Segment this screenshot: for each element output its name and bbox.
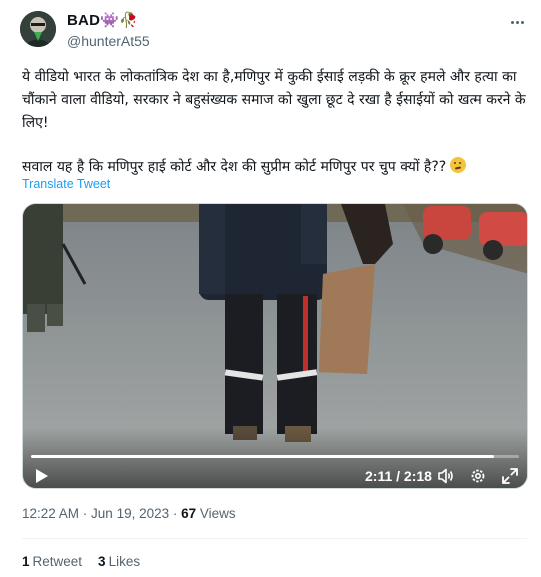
views-label: Views bbox=[196, 506, 236, 521]
retweets-count: 1 bbox=[22, 554, 30, 569]
more-dot-icon bbox=[520, 20, 524, 24]
meta-separator: · bbox=[169, 506, 182, 521]
tweet-paragraph-1: ये वीडियो भारत के लोकतांत्रिक देश का है,… bbox=[22, 69, 526, 131]
handle[interactable]: @hunterAt55 bbox=[67, 32, 150, 50]
likes-count: 3 bbox=[98, 554, 106, 569]
video-progress-bar[interactable] bbox=[31, 455, 519, 458]
play-icon bbox=[36, 469, 48, 483]
video-progress-fill bbox=[31, 455, 495, 458]
display-name[interactable]: BAD👾🥀 bbox=[67, 12, 150, 30]
gear-icon bbox=[471, 469, 485, 483]
tweet-date[interactable]: Jun 19, 2023 bbox=[91, 506, 169, 521]
divider bbox=[22, 538, 527, 539]
volume-icon bbox=[438, 468, 453, 484]
volume-button[interactable] bbox=[437, 467, 455, 485]
video-controls: 2:11 / 2:18 bbox=[23, 428, 527, 488]
fullscreen-button[interactable] bbox=[501, 467, 519, 485]
more-dot-icon bbox=[510, 20, 514, 24]
settings-button[interactable] bbox=[469, 467, 487, 485]
tweet-card: BAD👾🥀 @hunterAt55 ये वीडियो भारत के लोकत… bbox=[0, 0, 541, 577]
retweets-label: Retweet bbox=[32, 554, 83, 569]
thinking-face-icon bbox=[450, 157, 467, 173]
more-dot-icon bbox=[515, 20, 519, 24]
tweet-text: ये वीडियो भारत के लोकतांत्रिक देश का है,… bbox=[22, 66, 527, 179]
tweet-time[interactable]: 12:22 AM bbox=[22, 506, 79, 521]
meta-separator: · bbox=[79, 506, 92, 521]
avatar[interactable] bbox=[20, 11, 56, 47]
video-player[interactable]: 2:11 / 2:18 bbox=[22, 203, 528, 489]
time-separator: / bbox=[392, 468, 404, 484]
tweet-paragraph-2: सवाल यह है कि मणिपुर हाई कोर्ट और देश की… bbox=[22, 156, 527, 179]
likes-stat[interactable]: 3 Likes bbox=[98, 554, 140, 569]
more-options-button[interactable] bbox=[507, 14, 527, 30]
retweets-stat[interactable]: 1 Retweet bbox=[22, 554, 82, 569]
play-button[interactable] bbox=[35, 468, 49, 484]
tweet-meta: 12:22 AM · Jun 19, 2023 · 67 Views bbox=[22, 506, 236, 521]
engagement-stats: 1 Retweet 3 Likes bbox=[22, 554, 140, 569]
tweet-question-text: सवाल यह है कि मणिपुर हाई कोर्ट और देश की… bbox=[22, 159, 447, 175]
author-info: BAD👾🥀 @hunterAt55 bbox=[67, 12, 150, 50]
translate-tweet-link[interactable]: Translate Tweet bbox=[22, 177, 110, 191]
current-time: 2:11 bbox=[365, 468, 393, 484]
fullscreen-icon bbox=[502, 468, 518, 484]
duration: 2:18 bbox=[403, 468, 432, 484]
video-time: 2:11 / 2:18 bbox=[365, 468, 432, 484]
likes-label: Likes bbox=[108, 554, 141, 569]
avatar-icon bbox=[20, 11, 56, 47]
views-count: 67 bbox=[181, 506, 197, 521]
